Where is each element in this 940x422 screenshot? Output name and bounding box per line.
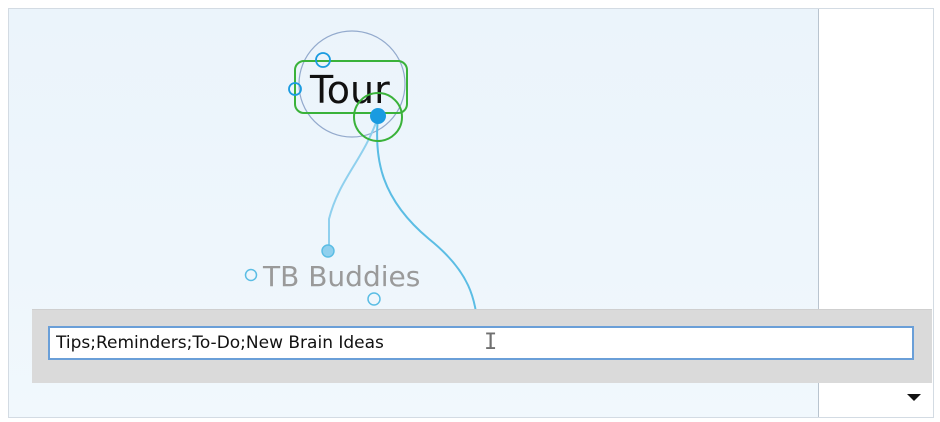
active-thought-label[interactable]: Tour bbox=[309, 68, 390, 112]
new-thought-bar: I bbox=[32, 309, 932, 383]
tb-buddies-jump-gate-icon[interactable] bbox=[244, 268, 258, 282]
tb-buddies-child-gate-icon[interactable] bbox=[367, 292, 381, 306]
triangle-down-icon[interactable] bbox=[907, 394, 921, 401]
child-gate-icon[interactable] bbox=[370, 108, 386, 124]
link-to-new-thought bbox=[376, 116, 479, 335]
new-thought-input[interactable] bbox=[48, 326, 914, 360]
tb-buddies-label[interactable]: TB Buddies bbox=[262, 260, 420, 293]
app-frame: Tour TB Buddies I bbox=[8, 8, 934, 418]
tb-buddies-parent-gate-icon[interactable] bbox=[321, 244, 335, 258]
